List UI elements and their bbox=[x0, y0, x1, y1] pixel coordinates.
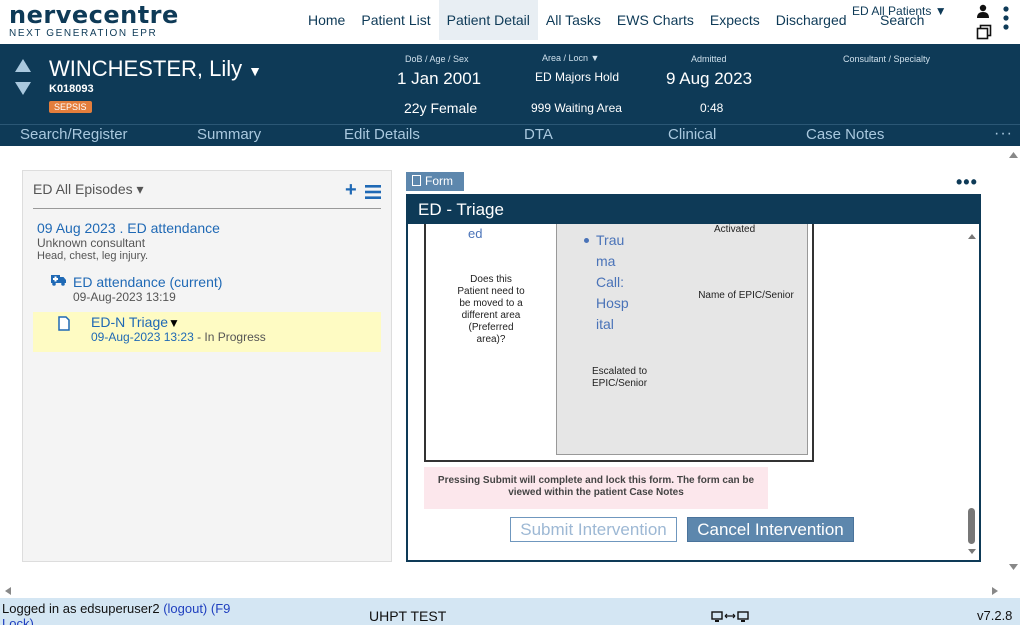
sepsis-badge: SEPSIS bbox=[49, 101, 92, 113]
lock-link[interactable]: Lock) bbox=[2, 616, 34, 625]
triage-time: 09-Aug-2023 13:23 - In Progress bbox=[91, 330, 266, 344]
move-area-question: Does this Patient need to be moved to a … bbox=[457, 274, 525, 345]
list-menu-icon[interactable] bbox=[365, 185, 381, 199]
triage-status: - In Progress bbox=[193, 330, 266, 344]
form-document-icon bbox=[412, 175, 421, 186]
form-link-ed[interactable]: ed bbox=[468, 226, 482, 241]
attendance-link[interactable]: ED attendance (current) bbox=[73, 274, 222, 290]
admitted-value: 9 Aug 2023 bbox=[666, 69, 753, 88]
logged-in-text: Logged in as edsuperuser2 (logout) (F9 bbox=[2, 601, 231, 616]
episodes-panel: ED All Episodes ▾ + 09 Aug 2023 . ED att… bbox=[22, 170, 392, 562]
area-label[interactable]: Area / Locn ▼ bbox=[542, 53, 599, 63]
form-title: ED - Triage bbox=[408, 196, 979, 224]
logo: nervecentre NEXT GENERATION EPR bbox=[9, 2, 179, 40]
triage-caret-icon[interactable]: ▼ bbox=[168, 316, 180, 330]
cancel-intervention-button[interactable]: Cancel Intervention bbox=[687, 517, 854, 542]
nav-home[interactable]: Home bbox=[300, 0, 353, 40]
more-options-icon[interactable] bbox=[1002, 5, 1010, 33]
status-footer: Logged in as edsuperuser2 (logout) (F9 L… bbox=[0, 598, 1020, 625]
patient-subnav: Search/Register Summary Edit Details DTA… bbox=[0, 124, 1020, 146]
patient-nav-arrows-icon[interactable] bbox=[14, 58, 32, 98]
area-value: ED Majors Hold bbox=[535, 70, 620, 84]
add-episode-icon[interactable]: + bbox=[345, 179, 357, 202]
escalated-label: Escalated to EPIC/Senior bbox=[592, 366, 648, 389]
copy-icon[interactable] bbox=[976, 24, 992, 40]
subnav-case-notes[interactable]: Case Notes bbox=[806, 126, 884, 143]
consultant-label: Consultant / Specialty bbox=[843, 54, 931, 64]
episodes-filter-dropdown[interactable]: ED All Episodes ▾ bbox=[33, 181, 144, 198]
patient-banner: WINCHESTER, Lily ▼ K018093 SEPSIS DoB / A… bbox=[0, 44, 1020, 124]
location-value: 999 Waiting Area bbox=[531, 101, 622, 115]
screen-sync-icon[interactable] bbox=[711, 611, 751, 623]
trauma-call-option[interactable]: Trau ma Call: Hosp ital bbox=[584, 230, 646, 335]
form-vertical-scrollbar[interactable] bbox=[965, 226, 979, 560]
form-more-options-icon[interactable]: ••• bbox=[956, 172, 978, 193]
user-icon[interactable] bbox=[976, 4, 990, 18]
bullet-dot-icon bbox=[584, 238, 589, 243]
logo-text: nervecentre bbox=[9, 1, 179, 29]
logo-tagline: NEXT GENERATION EPR bbox=[9, 28, 158, 39]
nav-patient-list[interactable]: Patient List bbox=[353, 0, 438, 40]
form-content: ed Does this Patient need to be moved to… bbox=[424, 224, 951, 464]
page-scroll-arrows-icon bbox=[1009, 152, 1018, 570]
patient-name-caret-icon[interactable]: ▼ bbox=[248, 63, 262, 79]
subnav-more-icon[interactable]: ··· bbox=[994, 125, 1013, 143]
main-nav: Home Patient List Patient Detail All Tas… bbox=[300, 0, 855, 40]
patient-mrn: K018093 bbox=[49, 83, 94, 95]
ambulance-icon bbox=[51, 275, 66, 286]
episodes-divider bbox=[33, 208, 381, 209]
subnav-search-register[interactable]: Search/Register bbox=[20, 126, 128, 143]
page-vertical-scrollbar[interactable] bbox=[1007, 146, 1020, 578]
dob-value: 1 Jan 2001 bbox=[397, 69, 482, 88]
triage-link[interactable]: ED-N Triage▼ bbox=[91, 314, 180, 330]
nav-search[interactable]: Search bbox=[880, 12, 924, 28]
top-bar: nervecentre NEXT GENERATION EPR Home Pat… bbox=[0, 0, 1020, 44]
attendance-time: 09-Aug-2023 13:19 bbox=[73, 290, 176, 304]
admitted-time: 0:48 bbox=[700, 101, 724, 115]
dob-label: DoB / Age / Sex bbox=[405, 54, 469, 64]
page-horizontal-scrollbar[interactable] bbox=[0, 584, 1006, 598]
subnav-summary[interactable]: Summary bbox=[197, 126, 261, 143]
age-sex-value: 22y Female bbox=[404, 100, 478, 116]
nav-expects[interactable]: Expects bbox=[702, 0, 768, 40]
epic-senior-name-label: Name of EPIC/Senior bbox=[698, 290, 794, 301]
episode-consultant: Unknown consultant bbox=[37, 236, 146, 250]
patient-name[interactable]: WINCHESTER, Lily ▼ bbox=[49, 56, 262, 82]
nav-ews-charts[interactable]: EWS Charts bbox=[609, 0, 702, 40]
nav-all-tasks[interactable]: All Tasks bbox=[538, 0, 609, 40]
nav-patient-detail[interactable]: Patient Detail bbox=[438, 0, 538, 40]
subnav-dta[interactable]: DTA bbox=[524, 126, 553, 143]
version-label: v7.2.8 bbox=[977, 608, 1013, 623]
f9-lock-link[interactable]: (F9 bbox=[207, 601, 231, 616]
episode-title[interactable]: 09 Aug 2023 . ED attendance bbox=[37, 220, 220, 236]
episode-complaint: Head, chest, leg injury. bbox=[37, 250, 149, 262]
submit-intervention-button[interactable]: Submit Intervention bbox=[510, 517, 677, 542]
form-scroll-thumb[interactable] bbox=[968, 508, 975, 544]
form-frame: ED - Triage ed Does this Patient need to… bbox=[406, 194, 981, 562]
admitted-label: Admitted bbox=[691, 54, 727, 64]
document-icon bbox=[58, 316, 70, 331]
subnav-edit-details[interactable]: Edit Details bbox=[344, 126, 420, 143]
logout-link[interactable]: (logout) bbox=[163, 601, 207, 616]
environment-label: UHPT TEST bbox=[369, 608, 447, 624]
subnav-clinical[interactable]: Clinical bbox=[668, 126, 716, 143]
submit-notice: Pressing Submit will complete and lock t… bbox=[424, 467, 768, 509]
nav-discharged[interactable]: Discharged bbox=[768, 0, 855, 40]
form-tab[interactable]: Form bbox=[406, 172, 464, 191]
activated-label: Activated bbox=[714, 224, 756, 235]
form-grid-column bbox=[556, 224, 808, 455]
page-hscroll-arrows-icon bbox=[5, 587, 998, 595]
